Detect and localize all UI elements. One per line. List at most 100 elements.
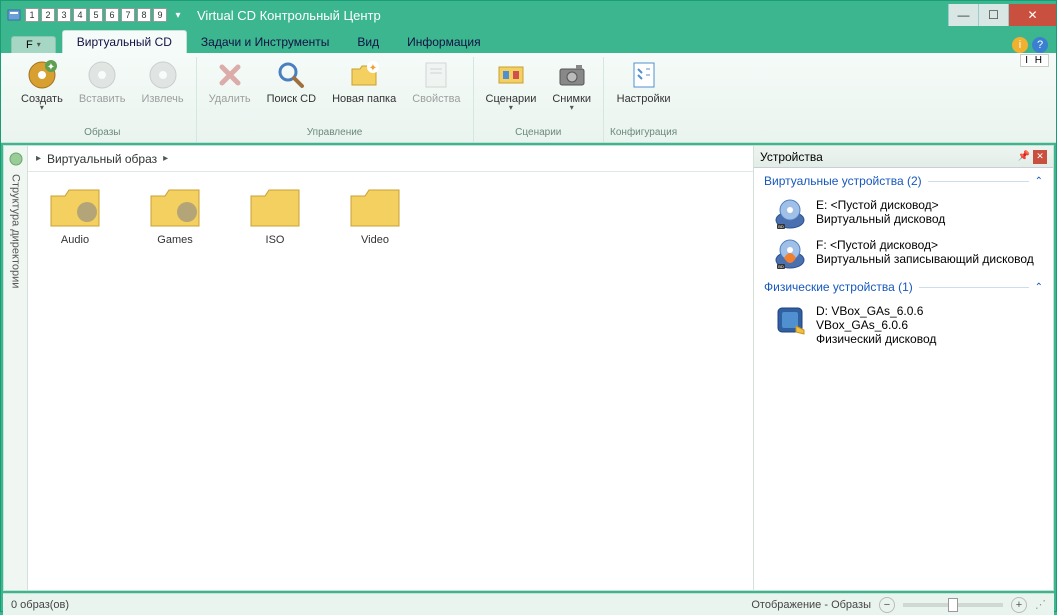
- titlebar: 1 2 3 4 5 6 7 8 9 ▾ Virtual CD Контрольн…: [1, 1, 1056, 29]
- tab-view[interactable]: Вид: [343, 31, 393, 53]
- sidebar-left[interactable]: Структура директории: [4, 146, 28, 590]
- breadcrumb-root[interactable]: Виртуальный образ: [47, 152, 157, 166]
- content-area: Структура директории ▸ Виртуальный образ…: [3, 145, 1054, 591]
- device-sub2: Физический дисковод: [816, 332, 936, 346]
- chevron-down-icon: ▾: [40, 105, 44, 111]
- eject-label: Извлечь: [141, 93, 183, 105]
- folder-label: Video: [361, 234, 389, 246]
- group-label-images: Образы: [84, 125, 120, 142]
- svg-text:✦: ✦: [47, 62, 55, 73]
- new-folder-button[interactable]: ✦ Новая папка: [326, 57, 402, 107]
- folder-icon: [347, 184, 403, 230]
- device-title: E: <Пустой дисковод>: [816, 198, 945, 212]
- search-label: Поиск CD: [267, 93, 316, 105]
- disc-insert-icon: [86, 59, 118, 91]
- folder-icon: [247, 184, 303, 230]
- virtual-devices-header[interactable]: Виртуальные устройства (2) ⌃: [754, 168, 1053, 194]
- qat-btn-1[interactable]: 1: [25, 8, 39, 22]
- ribbon-group-manage: Удалить Поиск CD ✦ Новая папка Свойства …: [197, 57, 474, 142]
- device-f[interactable]: BD F: <Пустой дисковод> Виртуальный запи…: [754, 234, 1053, 274]
- settings-label: Настройки: [617, 93, 671, 105]
- tree-icon: [9, 152, 23, 166]
- folder-audio[interactable]: Audio: [40, 184, 110, 246]
- window-title: Virtual CD Контрольный Центр: [197, 8, 381, 23]
- qat-btn-9[interactable]: 9: [153, 8, 167, 22]
- group-label-config: Конфигурация: [610, 125, 677, 142]
- qat-btn-4[interactable]: 4: [73, 8, 87, 22]
- group-label-manage: Управление: [307, 125, 363, 142]
- chevron-down-icon: ▾: [509, 105, 513, 111]
- create-button[interactable]: ✦ Создать ▾: [15, 57, 69, 113]
- qat-btn-7[interactable]: 7: [121, 8, 135, 22]
- bluray-drive-icon: BD: [774, 198, 806, 230]
- devices-panel-title: Устройства: [760, 150, 823, 164]
- minimize-button[interactable]: —: [948, 4, 978, 26]
- file-tab[interactable]: F ▾: [11, 36, 56, 53]
- insert-button[interactable]: Вставить: [73, 57, 132, 107]
- camera-icon: [556, 59, 588, 91]
- maximize-button[interactable]: ☐: [978, 4, 1008, 26]
- qat-btn-6[interactable]: 6: [105, 8, 119, 22]
- ribbon-group-config: Настройки Конфигурация: [604, 57, 683, 142]
- delete-button[interactable]: Удалить: [203, 57, 257, 107]
- scenarios-button[interactable]: Сценарии ▾: [480, 57, 543, 113]
- eject-button[interactable]: Извлечь: [135, 57, 189, 107]
- svg-text:✦: ✦: [369, 63, 377, 74]
- sidebar-label: Структура директории: [10, 174, 22, 288]
- qat-btn-8[interactable]: 8: [137, 8, 151, 22]
- tab-tasks-tools[interactable]: Задачи и Инструменты: [187, 31, 343, 53]
- keytip-badge: I H: [1020, 54, 1049, 67]
- device-d[interactable]: D: VBox_GAs_6.0.6 VBox_GAs_6.0.6 Физичес…: [754, 300, 1053, 350]
- close-button[interactable]: ✕: [1008, 4, 1056, 26]
- folder-label: ISO: [266, 234, 285, 246]
- resize-grip-icon[interactable]: ⋰: [1035, 598, 1046, 611]
- slider-thumb[interactable]: [948, 598, 958, 612]
- qat-btn-2[interactable]: 2: [41, 8, 55, 22]
- settings-button[interactable]: Настройки: [611, 57, 677, 107]
- vbox-drive-icon: [774, 304, 806, 336]
- bluray-burner-icon: BD: [774, 238, 806, 270]
- qat-dropdown[interactable]: ▾: [169, 6, 187, 24]
- zoom-out-button[interactable]: −: [879, 597, 895, 613]
- insert-label: Вставить: [79, 93, 126, 105]
- scenarios-icon: [495, 59, 527, 91]
- devices-panel-header: Устройства 📌 ✕: [754, 146, 1053, 168]
- zoom-slider[interactable]: [903, 603, 1003, 607]
- ribbon-tab-strip: F ▾ Виртуальный CD Задачи и Инструменты …: [1, 29, 1056, 53]
- snapshots-button[interactable]: Снимки ▾: [546, 57, 597, 113]
- zoom-in-button[interactable]: +: [1011, 597, 1027, 613]
- pin-icon[interactable]: 📌: [1017, 150, 1031, 164]
- collapse-icon[interactable]: ⌃: [1035, 282, 1043, 293]
- search-cd-button[interactable]: Поиск CD: [261, 57, 322, 107]
- window-controls: — ☐ ✕: [948, 4, 1056, 26]
- folder-view[interactable]: Audio Games ISO Video: [28, 172, 753, 590]
- status-right-label: Отображение - Образы: [751, 599, 871, 611]
- properties-label: Свойства: [412, 93, 460, 105]
- virtual-devices-label: Виртуальные устройства (2): [764, 174, 922, 188]
- properties-button[interactable]: Свойства: [406, 57, 466, 107]
- chevron-down-icon: ▾: [37, 42, 41, 48]
- qat-btn-3[interactable]: 3: [57, 8, 71, 22]
- svg-text:BD: BD: [778, 264, 784, 269]
- folder-iso[interactable]: ISO: [240, 184, 310, 246]
- breadcrumb-arrow-icon: ▸: [163, 153, 168, 164]
- physical-devices-label: Физические устройства (1): [764, 280, 913, 294]
- folder-label: Audio: [61, 234, 89, 246]
- delete-icon: [214, 59, 246, 91]
- collapse-icon[interactable]: ⌃: [1035, 176, 1043, 187]
- app-icon[interactable]: [5, 6, 23, 24]
- physical-devices-header[interactable]: Физические устройства (1) ⌃: [754, 274, 1053, 300]
- device-title: D: VBox_GAs_6.0.6: [816, 304, 936, 318]
- close-panel-icon[interactable]: ✕: [1033, 150, 1047, 164]
- ribbon-group-images: ✦ Создать ▾ Вставить Извлечь Образы: [9, 57, 197, 142]
- device-e[interactable]: BD E: <Пустой дисковод> Виртуальный диск…: [754, 194, 1053, 234]
- tab-info[interactable]: Информация: [393, 31, 494, 53]
- qat-btn-5[interactable]: 5: [89, 8, 103, 22]
- tab-virtual-cd[interactable]: Виртуальный CD: [62, 30, 187, 53]
- folder-new-icon: ✦: [348, 59, 380, 91]
- folder-games[interactable]: Games: [140, 184, 210, 246]
- ribbon-body: ✦ Создать ▾ Вставить Извлечь Образы Удал…: [1, 53, 1056, 143]
- folder-icon: [47, 184, 103, 230]
- folder-video[interactable]: Video: [340, 184, 410, 246]
- breadcrumb[interactable]: ▸ Виртуальный образ ▸: [28, 146, 753, 172]
